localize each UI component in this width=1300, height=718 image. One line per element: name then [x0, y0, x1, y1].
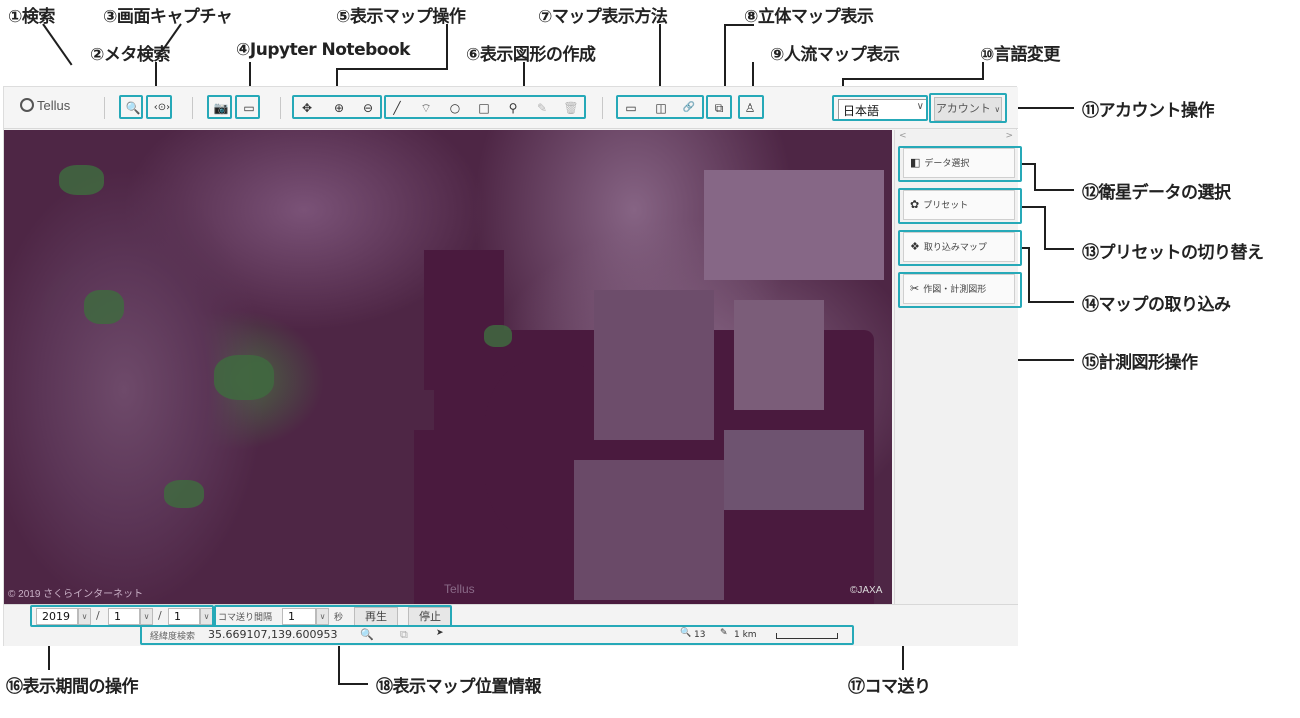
leader-line: [338, 683, 368, 685]
leader-line: [842, 78, 982, 80]
toolbar-divider: [104, 97, 105, 119]
highlight-period: [30, 605, 214, 627]
annotation-3d-map: ⑧立体マップ表示: [744, 7, 874, 27]
leader-line: [1034, 189, 1074, 191]
leader-line: [338, 644, 340, 684]
highlight-preset: [898, 188, 1022, 224]
highlight-search: [119, 95, 143, 119]
toolbar-divider: [192, 97, 193, 119]
park-area: [164, 480, 204, 508]
park-area: [59, 165, 104, 195]
landfill-island: [574, 460, 724, 600]
jaxa-credit: ©JAXA: [850, 585, 883, 596]
leader-line: [1044, 206, 1046, 249]
landfill-island: [734, 300, 824, 410]
leader-line: [982, 62, 984, 80]
landfill-island: [724, 430, 864, 510]
toolbar-divider: [280, 97, 281, 119]
annotation-shapes: ⑥表示図形の作成: [466, 45, 596, 65]
leader-line: [1028, 301, 1074, 303]
annotation-period: ⑯表示期間の操作: [6, 677, 139, 697]
urban-area: [704, 170, 884, 280]
panel-arrows: < >: [899, 131, 1013, 141]
highlight-3d-map: [706, 95, 732, 119]
leader-line: [160, 23, 182, 53]
park-area: [84, 290, 124, 324]
channel-water: [414, 430, 444, 604]
highlight-notebook: [235, 95, 260, 119]
annotation-position: ⑱表示マップ位置情報: [376, 677, 542, 697]
landfill-island: [594, 290, 714, 440]
chevron-right-icon[interactable]: >: [1005, 131, 1013, 141]
highlight-import: [898, 230, 1022, 266]
annotation-notebook: ④Jupyter Notebook: [236, 40, 410, 60]
river-water: [424, 250, 504, 390]
tellus-logo[interactable]: Tellus: [20, 98, 70, 113]
park-area: [484, 325, 512, 347]
annotation-meta-search: ②メタ検索: [90, 45, 170, 65]
highlight-capture: [207, 95, 232, 119]
leader-line: [336, 68, 446, 70]
map-watermark: Tellus: [444, 582, 475, 596]
map-credit: © 2019 さくらインターネット: [8, 589, 144, 600]
annotation-account: ⑪アカウント操作: [1082, 101, 1215, 121]
leader-line: [1034, 163, 1036, 190]
leader-line: [1044, 248, 1074, 250]
highlight-people-flow: [738, 95, 764, 119]
highlight-shapes: [384, 95, 586, 119]
annotation-capture: ③画面キャプチャ: [103, 7, 233, 27]
annotation-sat-data: ⑫衛星データの選択: [1082, 183, 1231, 203]
annotation-preset: ⑬プリセットの切り替え: [1082, 243, 1264, 263]
leader-line: [724, 24, 754, 26]
leader-line: [42, 23, 73, 66]
highlight-meta-search: [146, 95, 172, 119]
chevron-left-icon[interactable]: <: [899, 131, 907, 141]
leader-line: [1010, 107, 1074, 109]
highlight-drawing: [898, 272, 1022, 308]
park-area: [214, 355, 274, 400]
highlight-map-ops: [292, 95, 382, 119]
annotation-people-flow: ⑨人流マップ表示: [770, 45, 900, 65]
leader-line: [1020, 206, 1046, 208]
highlight-account: [929, 93, 1007, 123]
highlight-data-select: [898, 146, 1022, 182]
leader-line: [446, 24, 448, 70]
highlight-frame-step: [214, 605, 452, 627]
annotation-language: ⑩言語変更: [980, 45, 1060, 65]
tellus-app: Tellus 🔍 ‹⊙› 📷 ▭ ✥ ⊕ ⊖ ╱ ⌔ ○ □ ⚲ ✎ 🗑 ▭ ◫…: [3, 86, 1018, 646]
annotation-map-display: ⑦マップ表示方法: [538, 7, 668, 27]
satellite-map[interactable]: © 2019 さくらインターネット ©JAXA Tellus: [4, 130, 892, 604]
highlight-map-display: [616, 95, 704, 119]
leader-line: [1028, 247, 1030, 302]
highlight-position: [140, 625, 854, 645]
annotation-search: ①検索: [8, 7, 55, 27]
highlight-language: [832, 95, 928, 121]
annotation-frame-step: ⑰コマ送り: [848, 677, 931, 697]
annotation-measure: ⑮計測図形操作: [1082, 353, 1198, 373]
annotation-import: ⑭マップの取り込み: [1082, 295, 1231, 315]
toolbar-divider: [602, 97, 603, 119]
